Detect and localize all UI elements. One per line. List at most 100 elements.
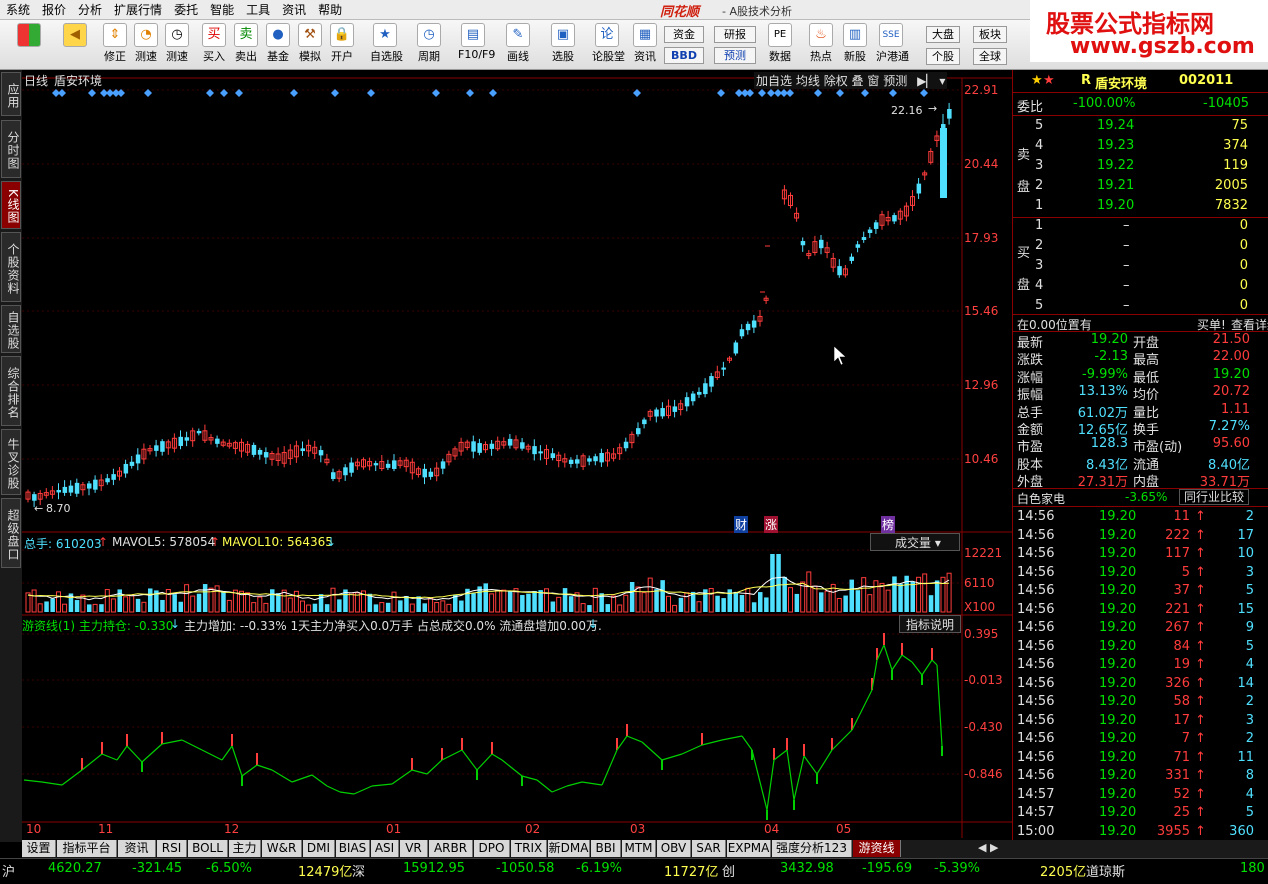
indicator-tab[interactable]: BIAS [336,840,370,857]
period-label[interactable]: 日线 [24,72,48,89]
buy-price[interactable]: – [1123,278,1130,293]
toolbar-f10-button[interactable]: ▤ F10/F9 [458,22,495,61]
event-tag-finance[interactable]: 财 [734,516,749,533]
sell-price[interactable]: 19.23 [1097,138,1134,153]
indicator-tab[interactable]: OBV [657,840,691,857]
bbd-button[interactable]: BBD [664,47,704,64]
add-watch-button[interactable]: 加自选 [756,74,792,88]
toolbar-hk-connect-button[interactable]: SSE 沪港通 [876,22,909,64]
buy-price[interactable]: – [1123,218,1130,233]
exright-button[interactable]: 除权 [824,74,848,88]
forecast-button[interactable]: 预测 [714,47,756,64]
indicator-tab[interactable]: 新DMA [548,840,590,857]
toolbar-period-button[interactable]: ◷ 周期 [414,22,444,64]
toolbar-open-account-button[interactable]: 🔒 开户 [327,22,357,64]
sell-price[interactable]: 19.24 [1097,118,1134,133]
left-tab-watchlist[interactable]: 自选股 [1,305,21,353]
window-button[interactable]: 窗 [867,74,879,88]
kline-chart-area[interactable]: 日线 盾安环境 加自选 均线 除权 叠 窗 预测 ▶▏ ▾ 22.91 20.4… [22,70,1012,838]
indicator-tab[interactable]: 主力 [229,840,261,857]
menu-analysis[interactable]: 分析 [72,0,108,20]
star-rating-icon[interactable]: ★ [1043,73,1055,88]
chevron-down-icon[interactable]: ▾ [939,74,945,88]
left-tab-apps[interactable]: 应用 [1,72,21,116]
ma-button[interactable]: 均线 [796,74,820,88]
dj-value[interactable]: 180 [1240,861,1265,876]
left-tab-super-book[interactable]: 超级盘口 [1,498,21,568]
toolbar-sell-button[interactable]: 卖卖出 [231,22,261,64]
scroll-right-icon[interactable]: ▶ [990,841,998,854]
indicator-tab[interactable]: DMI [303,840,335,857]
indicator-tab[interactable]: DPO [474,840,510,857]
sell-price[interactable]: 19.20 [1097,198,1134,213]
indicator-tab[interactable]: ARBR [429,840,473,857]
toolbar-hot-button[interactable]: ♨ 热点 [806,22,836,64]
menu-system[interactable]: 系统 [0,0,36,20]
indicator-tab[interactable]: 游资线 [853,840,901,857]
left-tab-kline[interactable]: K线图 [1,181,21,229]
quanqiu-button[interactable]: 全球 [973,48,1007,65]
sell-price[interactable]: 19.21 [1097,178,1134,193]
toolbar-select-stock-button[interactable]: ▣ 选股 [548,22,578,64]
menu-smart[interactable]: 智能 [204,0,240,20]
menu-entrust[interactable]: 委托 [168,0,204,20]
toolbar-news-button[interactable]: ▦ 资讯 [630,22,660,64]
toolbar-grid-button[interactable] [14,22,44,47]
indicator-tab[interactable]: W&R [262,840,302,857]
left-tab-diagnose[interactable]: 牛叉诊股 [1,429,21,495]
indicator-tab[interactable]: BOLL [188,840,228,857]
indicator-tab[interactable]: MTM [622,840,656,857]
toolbar-forum-button[interactable]: 论论股堂 [592,22,625,64]
toolbar-simulate-button[interactable]: ⚒ 模拟 [295,22,325,64]
toolbar-fund-button[interactable]: ● 基金 [263,22,293,64]
menu-help[interactable]: 帮助 [312,0,348,20]
left-tab-stock-info[interactable]: 个股资料 [1,232,21,302]
indicator-tab[interactable]: 资讯 [118,840,156,857]
toolbar-speedtest-button[interactable]: ◷ 测速 [162,22,192,64]
indicator-tab[interactable]: EXPMA [727,840,771,857]
indicator-tab[interactable]: TRIX [511,840,547,857]
indicator-tab[interactable]: 指标平台 [57,840,117,857]
sell-price[interactable]: 19.22 [1097,158,1134,173]
left-tab-ranking[interactable]: 综合排名 [1,356,21,426]
cy-index[interactable]: 3432.98 [780,861,834,876]
indicator-tab[interactable]: VR [400,840,428,857]
buy-price[interactable]: – [1123,258,1130,273]
toolbar-buy-button[interactable]: 买买入 [199,22,229,64]
buy-price[interactable]: – [1123,238,1130,253]
indicator-tab[interactable]: 强度分析123 [772,840,852,857]
indicator-tab[interactable]: BBI [591,840,621,857]
fund-flow-button[interactable]: 资金 [664,26,704,43]
bankuai-button[interactable]: 板块 [973,26,1007,43]
indicator-tab[interactable]: RSI [157,840,187,857]
indicator-tab[interactable]: SAR [692,840,726,857]
left-tab-intraday[interactable]: 分时图 [1,120,21,178]
menu-tools[interactable]: 工具 [240,0,276,20]
toolbar-draw-button[interactable]: ✎ 画线 [503,22,533,64]
toolbar-fix-button[interactable]: ⇕ 修正 [100,22,130,64]
industry-compare-button[interactable]: 同行业比较 [1179,489,1249,505]
indicator-help-button[interactable]: 指标说明 [899,615,961,633]
menu-quote[interactable]: 报价 [36,0,72,20]
event-tag-limit-up[interactable]: 涨 [764,516,779,533]
menu-extended[interactable]: 扩展行情 [108,0,168,20]
buy-price[interactable]: – [1123,298,1130,313]
scroll-left-icon[interactable]: ◀ [978,841,986,854]
indicator-tab[interactable]: 设置 [22,840,56,857]
dapan-button[interactable]: 大盘 [926,26,960,43]
gegu-button[interactable]: 个股 [926,48,960,65]
research-button[interactable]: 研报 [714,26,756,43]
star-rating-icon[interactable]: ★ [1031,73,1043,88]
volume-indicator-select[interactable]: 成交量 ▾ [870,533,960,551]
indicator-tab[interactable]: ASI [371,840,399,857]
toolbar-newstock-button[interactable]: ▥ 新股 [840,22,870,64]
menu-news[interactable]: 资讯 [276,0,312,20]
play-icon[interactable]: ▶▏ [917,74,935,88]
toolbar-watchlist-button[interactable]: ★ 自选股 [370,22,403,64]
toolbar-data-button[interactable]: PE 数据 [765,22,795,64]
sh-index[interactable]: 4620.27 [48,861,102,876]
event-tag-list[interactable]: 榜 [881,516,896,533]
industry-name[interactable]: 白色家电 [1017,490,1065,507]
sz-index[interactable]: 15912.95 [403,861,465,876]
forecast-chart-button[interactable]: 预测 [883,74,907,88]
